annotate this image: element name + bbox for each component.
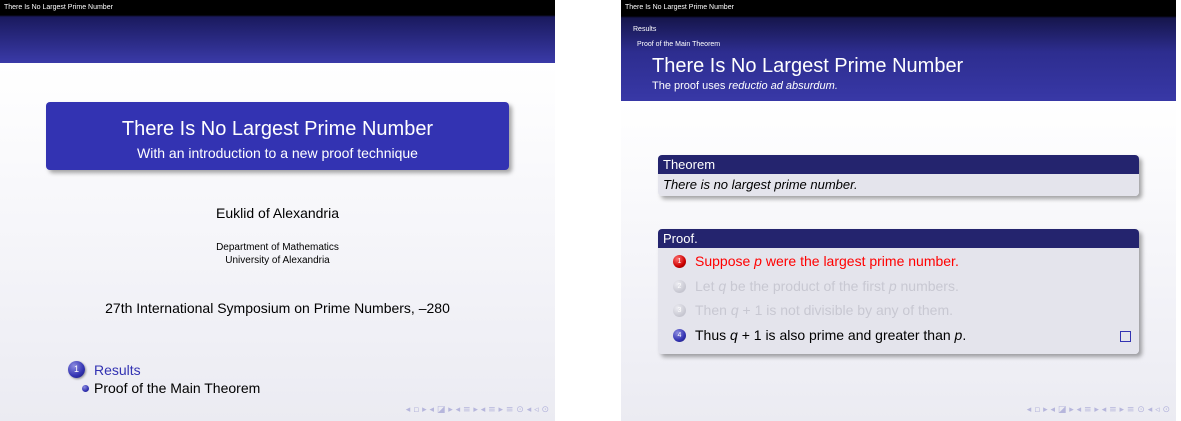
toc-bullet-icon	[82, 385, 89, 392]
theorem-statement: There is no largest prime number.	[658, 174, 1139, 196]
author: Euklid of Alexandria	[216, 205, 339, 221]
title-box: There Is No Largest Prime Number With an…	[46, 102, 509, 170]
proof-block: Proof. 1 Suppose p were the largest prim…	[658, 229, 1139, 354]
frame-title: There Is No Largest Prime Number	[652, 55, 964, 77]
enumerate-ball-icon: 4	[673, 329, 686, 342]
presentation-date: 27th International Symposium on Prime Nu…	[105, 300, 450, 316]
enumerate-ball-icon: 1	[673, 255, 686, 268]
proof-item-text: Let q be the product of the first p numb…	[695, 278, 959, 294]
presentation-title: There Is No Largest Prime Number	[121, 118, 434, 140]
institute-department: Department of Mathematics	[216, 242, 339, 253]
proof-item-text: Then q + 1 is not divisible by any of th…	[695, 302, 953, 318]
proof-item-text: Thus q + 1 is also prime and greater tha…	[695, 327, 967, 343]
slide-headline-bar: There Is No Largest Prime Number	[0, 0, 555, 63]
enumerate-ball-icon: 3	[673, 304, 686, 317]
nav-subsection-link[interactable]: Proof of the Main Theorem	[637, 41, 720, 48]
nav-section-link[interactable]: Results	[633, 26, 656, 33]
toc-subsection-link[interactable]: Proof of the Main Theorem	[94, 380, 260, 396]
proof-body: 1 Suppose p were the largest prime numbe…	[658, 248, 1139, 354]
presentation-subtitle: With an introduction to a new proof tech…	[137, 145, 418, 161]
title-slide: There Is No Largest Prime Number There I…	[0, 0, 555, 421]
headline-title: There Is No Largest Prime Number	[4, 4, 113, 11]
theorem-heading: Theorem	[658, 155, 1139, 174]
nav-title-link[interactable]: There Is No Largest Prime Number	[625, 4, 734, 11]
navigation-symbols[interactable]: ◂ ▫ ▸ ◂ ◪ ▸ ◂ ≡ ▸ ◂ ≡ ▸ ≡ ⊙ ◂ ◃ ⊙	[1027, 405, 1170, 415]
navigation-symbols[interactable]: ◂ ▫ ▸ ◂ ◪ ▸ ◂ ≡ ▸ ◂ ≡ ▸ ≡ ⊙ ◂ ◃ ⊙	[406, 405, 549, 415]
frame-subtitle: The proof uses reductio ad absurdum.	[652, 80, 838, 92]
enumerate-ball-icon: 2	[673, 280, 686, 293]
proof-slide: There Is No Largest Prime Number Results…	[621, 0, 1176, 421]
toc-section-number: 1	[68, 361, 85, 378]
theorem-block: Theorem There is no largest prime number…	[658, 155, 1139, 196]
toc-section-link[interactable]: Results	[94, 362, 141, 378]
slide-headline-bar: There Is No Largest Prime Number Results…	[621, 0, 1176, 101]
qed-square-icon	[1120, 331, 1131, 342]
proof-heading: Proof.	[658, 229, 1139, 248]
institute-university: University of Alexandria	[225, 255, 330, 266]
proof-item-text: Suppose p were the largest prime number.	[695, 253, 959, 269]
